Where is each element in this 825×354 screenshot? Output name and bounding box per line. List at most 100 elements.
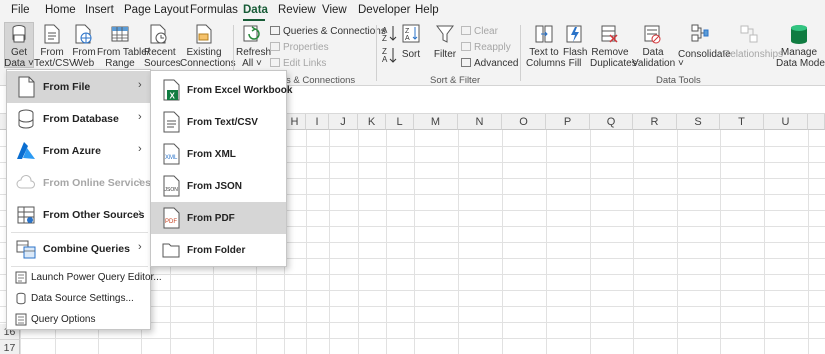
column-header-h[interactable]: H <box>284 114 306 130</box>
text-to-columns-icon <box>535 25 553 43</box>
submenu-item-from-xml[interactable]: XML From XML <box>151 138 286 170</box>
from-text-csv-label-1: From <box>40 47 64 58</box>
column-header-partial[interactable] <box>808 114 825 130</box>
group-label-sort-filter: Sort & Filter <box>430 75 481 86</box>
column-header-s[interactable]: S <box>677 114 720 130</box>
menu-item-data-source-settings[interactable]: Data Source Settings... <box>7 289 150 309</box>
menu-item-from-database[interactable]: From Database › <box>7 103 150 135</box>
menu-item-from-online-services[interactable]: From Online Services › <box>7 167 151 199</box>
submenu-item-from-json[interactable]: JSON From JSON <box>151 170 286 202</box>
menu-item-label: From Other Sources <box>43 209 145 221</box>
submenu-item-from-text-csv[interactable]: From Text/CSV <box>151 106 286 138</box>
menu-item-from-other-sources[interactable]: From Other Sources › <box>7 199 150 231</box>
refresh-all-button[interactable]: Refresh All ˅ <box>236 23 271 71</box>
tab-help[interactable]: Help <box>415 4 439 16</box>
from-web-button[interactable]: From Web <box>71 23 97 71</box>
recent-file-icon <box>150 24 167 44</box>
submenu-item-from-excel-workbook[interactable]: X From Excel Workbook <box>151 74 292 106</box>
submenu-item-label: From Folder <box>187 245 246 256</box>
data-validation-label-1: Data <box>642 47 664 58</box>
advanced-filter-button[interactable]: Advanced <box>461 58 518 69</box>
reapply-button[interactable]: Reapply <box>461 42 511 53</box>
sort-button[interactable]: Z A Sort <box>400 23 422 71</box>
query-options-icon <box>15 313 27 326</box>
submenu-item-from-folder[interactable]: From Folder <box>151 234 286 266</box>
column-header-n[interactable]: N <box>458 114 502 130</box>
column-header-q[interactable]: Q <box>590 114 633 130</box>
from-text-csv-button[interactable]: From Text/CSV <box>34 23 76 71</box>
column-header-o[interactable]: O <box>502 114 546 130</box>
chevron-right-icon: › <box>138 175 142 187</box>
text-to-columns-button[interactable]: Text to Columns <box>526 23 566 71</box>
from-table-range-button[interactable]: From Table/ Range <box>97 23 150 71</box>
column-header-p[interactable]: P <box>546 114 590 130</box>
svg-text:A: A <box>405 35 410 42</box>
row-header-17[interactable]: 17 <box>0 340 20 354</box>
column-header-m[interactable]: M <box>414 114 458 130</box>
get-data-button[interactable]: Get Data ˅ <box>4 23 34 71</box>
menu-item-label: From Database <box>43 113 119 125</box>
clear-filter-button[interactable]: Clear <box>461 26 498 37</box>
data-validation-button[interactable]: Data Validation ˅ <box>632 23 684 71</box>
menu-item-combine-queries[interactable]: Combine Queries › <box>7 233 150 265</box>
text-to-columns-label-2: Columns <box>526 58 566 69</box>
filter-button[interactable]: Filter <box>432 23 458 71</box>
tab-page-layout[interactable]: Page Layout <box>124 4 189 16</box>
from-table-range-label-2: Range <box>105 58 135 69</box>
menu-item-launch-power-query-editor[interactable]: Launch Power Query Editor... <box>7 268 162 288</box>
queries-connections-button[interactable]: Queries & Connections <box>270 26 386 37</box>
submenu-item-label: From Excel Workbook <box>187 85 293 96</box>
manage-data-model-button[interactable]: Manage Data Model <box>776 23 825 71</box>
properties-button[interactable]: Properties <box>270 42 329 53</box>
consolidate-label: Consolidate <box>678 49 731 60</box>
excel-icon-glyph: X <box>170 92 176 101</box>
column-header-j[interactable]: J <box>329 114 358 130</box>
flash-fill-button[interactable]: Flash Fill <box>563 23 587 71</box>
column-header-l[interactable]: L <box>386 114 414 130</box>
clear-label: Clear <box>474 26 498 37</box>
relationships-button[interactable]: Relationships <box>723 23 784 71</box>
tab-home[interactable]: Home <box>45 4 76 16</box>
existing-connections-button[interactable]: Existing Connections <box>180 23 236 71</box>
edit-links-button[interactable]: Edit Links <box>270 58 326 69</box>
edit-links-icon <box>270 58 280 67</box>
recent-sources-button[interactable]: Recent Sources <box>144 23 181 71</box>
database-icon <box>18 109 34 129</box>
column-header-i[interactable]: I <box>306 114 329 130</box>
remove-duplicates-button[interactable]: Remove Duplicates <box>590 23 637 71</box>
flash-fill-label-2: Fill <box>568 58 582 69</box>
tab-formulas[interactable]: Formulas <box>190 4 238 16</box>
data-validation-label-2: Validation ˅ <box>632 58 684 69</box>
filter-icon <box>436 25 454 43</box>
remove-duplicates-label-1: Remove <box>591 47 629 58</box>
tab-insert[interactable]: Insert <box>85 4 114 16</box>
manage-data-model-label-2: Data Model <box>776 58 825 69</box>
submenu-item-label: From JSON <box>187 181 243 192</box>
remove-duplicates-label-2: Duplicates <box>590 58 637 69</box>
queries-connections-label: Queries & Connections <box>283 26 386 37</box>
tab-file[interactable]: File <box>11 4 30 16</box>
submenu-item-from-pdf[interactable]: PDF From PDF <box>151 202 286 234</box>
tab-developer[interactable]: Developer <box>358 4 410 16</box>
menu-item-query-options[interactable]: Query Options <box>7 310 150 330</box>
column-header-t[interactable]: T <box>720 114 764 130</box>
menu-item-from-file[interactable]: From File › <box>7 71 150 103</box>
sort-dialog-icon: Z A <box>402 24 420 43</box>
gridline <box>0 338 825 339</box>
relationships-label: Relationships <box>723 49 784 60</box>
xml-file-icon: XML <box>163 143 180 165</box>
column-header-u[interactable]: U <box>764 114 808 130</box>
chevron-right-icon: › <box>138 207 142 219</box>
column-header-k[interactable]: K <box>358 114 386 130</box>
web-file-icon <box>75 24 92 44</box>
tab-view[interactable]: View <box>322 4 347 16</box>
column-header-r[interactable]: R <box>633 114 677 130</box>
tab-data[interactable]: Data <box>243 4 268 16</box>
excel-workbook-icon: X <box>163 79 180 101</box>
consolidate-button[interactable]: Consolidate <box>678 23 731 71</box>
menu-item-from-azure[interactable]: From Azure › <box>7 135 150 167</box>
advanced-filter-icon <box>461 58 471 67</box>
menu-item-label: From Azure <box>43 145 101 157</box>
tab-review[interactable]: Review <box>278 4 316 16</box>
sort-az-buttons[interactable]: A Z Z A <box>380 23 398 67</box>
